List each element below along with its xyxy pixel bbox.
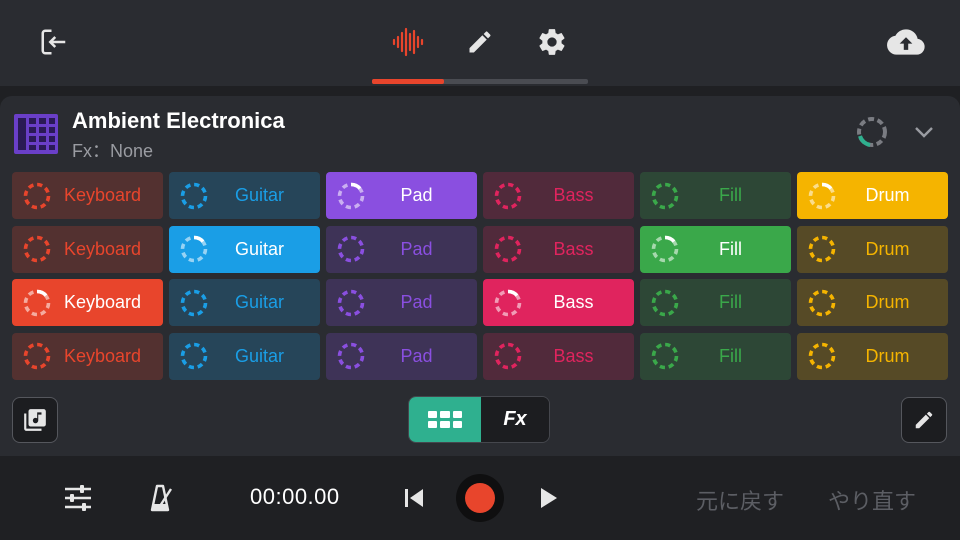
pad-label: Guitar — [234, 292, 285, 312]
tab-indicator — [372, 79, 588, 84]
pad-label: Bass — [553, 292, 594, 312]
pad-grid: Keyboard Guitar Pad Bass Fill Drum Keyboard Gui… — [12, 172, 948, 380]
pad-label: Drum — [865, 185, 910, 205]
pad-guitar-3[interactable]: Guitar — [169, 279, 320, 326]
undo-button[interactable]: 元に戻す — [696, 484, 784, 516]
pad-drum-1[interactable]: Drum — [797, 172, 948, 219]
music-library-button[interactable] — [12, 397, 58, 443]
pad-label: Pad — [400, 238, 433, 259]
loop-progress-icon — [852, 112, 892, 152]
pad-label: Guitar — [234, 345, 285, 366]
pad-pad-3[interactable]: Pad — [326, 279, 477, 326]
music-library-icon — [22, 407, 48, 433]
tab-indicator-active — [372, 79, 444, 84]
pad-pad-1[interactable]: Pad — [326, 172, 477, 219]
pad-label: Pad — [400, 345, 433, 366]
pad-keyboard-4[interactable]: Keyboard — [12, 332, 163, 380]
pad-label: Bass — [553, 345, 594, 366]
pad-bass-2[interactable]: Bass — [483, 225, 634, 273]
pad-drum-2[interactable]: Drum — [797, 225, 948, 273]
pad-label: Keyboard — [63, 292, 142, 312]
pad-pad-4[interactable]: Pad — [326, 332, 477, 380]
pad-fill-2[interactable]: Fill — [640, 225, 791, 273]
skip-start-icon[interactable] — [400, 484, 428, 512]
gear-icon[interactable] — [530, 20, 574, 64]
pad-grid-icon — [428, 410, 462, 429]
pad-keyboard-1[interactable]: Keyboard — [12, 172, 163, 219]
pad-label: Guitar — [234, 238, 285, 259]
pad-label: Drum — [865, 345, 910, 366]
pencil-icon — [913, 409, 935, 431]
pad-label: Fill — [719, 345, 742, 366]
grid-song-icon — [14, 114, 58, 154]
pad-label: Drum — [865, 238, 910, 259]
pad-label: Fill — [719, 238, 742, 259]
pad-guitar-4[interactable]: Guitar — [169, 332, 320, 380]
pad-label: Pad — [400, 185, 433, 205]
pad-keyboard-3[interactable]: Keyboard — [12, 279, 163, 326]
play-icon[interactable] — [534, 484, 562, 512]
pad-bass-3[interactable]: Bass — [483, 279, 634, 326]
fx-view-tab[interactable]: Fx — [481, 397, 549, 442]
pad-guitar-1[interactable]: Guitar — [169, 172, 320, 219]
waveform-icon[interactable] — [386, 20, 430, 64]
exit-icon[interactable] — [32, 20, 76, 64]
pad-label: Keyboard — [63, 345, 142, 366]
pad-pad-2[interactable]: Pad — [326, 225, 477, 273]
record-button[interactable] — [456, 474, 504, 522]
edit-button[interactable] — [901, 397, 947, 443]
sliders-icon[interactable] — [60, 480, 96, 516]
pencil-icon[interactable] — [458, 20, 502, 64]
pad-label: Drum — [865, 292, 910, 312]
playback-time: 00:00.00 — [250, 484, 340, 509]
view-toggle: Fx — [408, 396, 550, 443]
pad-fill-1[interactable]: Fill — [640, 172, 791, 219]
pad-bass-1[interactable]: Bass — [483, 172, 634, 219]
pad-drum-3[interactable]: Drum — [797, 279, 948, 326]
fx-status: Fx：None — [72, 141, 154, 161]
pad-label: Keyboard — [63, 238, 142, 259]
record-icon — [465, 483, 495, 513]
pad-label: Keyboard — [63, 185, 142, 205]
pad-label: Guitar — [234, 185, 285, 205]
pad-label: Fill — [719, 292, 742, 312]
pad-drum-4[interactable]: Drum — [797, 332, 948, 380]
pad-label: Pad — [400, 292, 433, 312]
pad-bass-4[interactable]: Bass — [483, 332, 634, 380]
pad-fill-4[interactable]: Fill — [640, 332, 791, 380]
pad-guitar-2[interactable]: Guitar — [169, 225, 320, 273]
pad-label: Bass — [553, 238, 594, 259]
top-bar — [0, 0, 960, 86]
pad-keyboard-2[interactable]: Keyboard — [12, 225, 163, 273]
cloud-upload-icon[interactable] — [884, 20, 928, 64]
chevron-down-icon[interactable] — [904, 112, 944, 152]
pad-label: Bass — [553, 185, 594, 205]
pad-label: Fill — [719, 185, 742, 205]
redo-button[interactable]: やり直す — [828, 484, 916, 516]
metronome-icon[interactable] — [144, 480, 180, 516]
pad-view-tab[interactable] — [409, 397, 481, 442]
pad-fill-3[interactable]: Fill — [640, 279, 791, 326]
song-title: Ambient Electronica — [72, 108, 285, 133]
